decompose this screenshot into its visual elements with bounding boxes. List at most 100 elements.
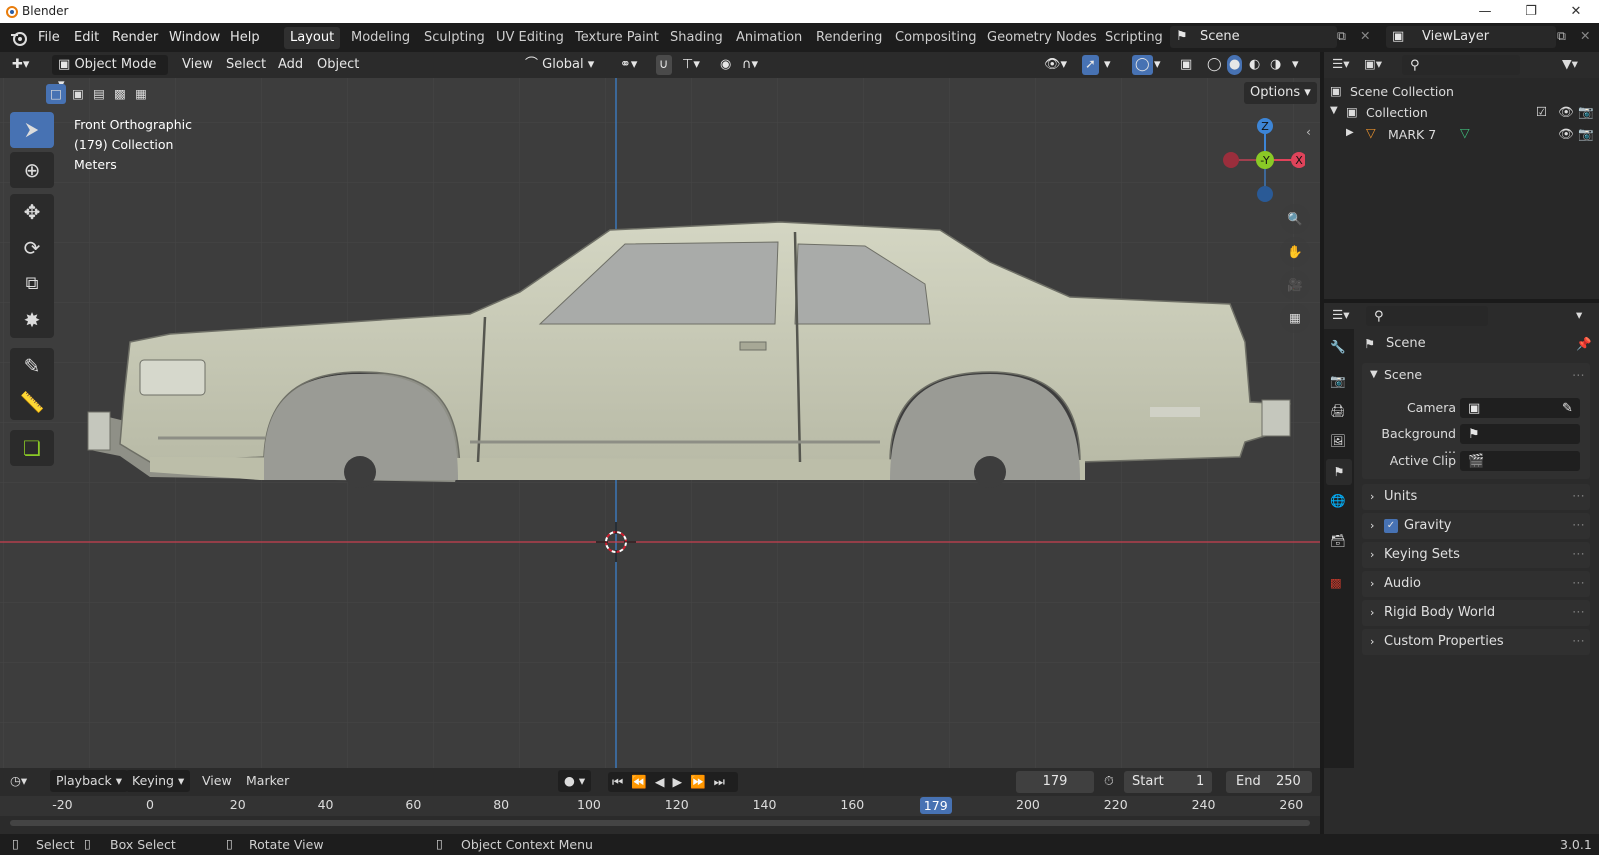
tab-scripting[interactable]: Scripting bbox=[1099, 27, 1169, 49]
material-shading-icon[interactable]: ◐ bbox=[1249, 55, 1260, 75]
select-box-tool-icon[interactable]: ⮞ bbox=[10, 112, 54, 148]
pin-icon[interactable]: 📌 bbox=[1576, 336, 1592, 352]
properties-search-input[interactable]: ⚲ bbox=[1366, 306, 1488, 326]
drag-handle-icon[interactable]: ⋯ bbox=[1572, 542, 1585, 568]
menu-window[interactable]: Window bbox=[169, 28, 220, 47]
world-tab-icon[interactable]: 🌐 bbox=[1330, 493, 1346, 509]
snap-icon[interactable]: ∪ bbox=[656, 55, 672, 75]
tab-animation[interactable]: Animation bbox=[730, 27, 808, 49]
transform-tool-icon[interactable]: ✸ bbox=[10, 302, 54, 338]
panel-units[interactable]: › Units ⋯ bbox=[1362, 484, 1590, 510]
snap-target-icon[interactable]: ⊤▾ bbox=[682, 55, 700, 75]
camera-field[interactable]: ▣ ✎ bbox=[1460, 398, 1580, 418]
new-scene-icon[interactable]: ⧉ bbox=[1337, 28, 1346, 44]
remove-scene-icon[interactable]: ✕ bbox=[1360, 28, 1370, 43]
tab-sculpting[interactable]: Sculpting bbox=[418, 27, 491, 49]
auto-keying-toggle[interactable]: ● ▾ bbox=[558, 770, 592, 792]
restore-icon[interactable]: ❐ bbox=[1508, 0, 1554, 23]
jump-end-icon[interactable]: ⏭ bbox=[714, 774, 733, 789]
timeline-editor-icon[interactable]: ◷▾ bbox=[10, 773, 27, 788]
tab-shading[interactable]: Shading bbox=[664, 27, 729, 49]
collapse-arrow-icon[interactable]: ▼ bbox=[1330, 105, 1338, 116]
collection-tab-icon[interactable]: 🗃 bbox=[1330, 533, 1346, 549]
expand-arrow-icon[interactable]: ▶ bbox=[1346, 127, 1354, 138]
filter-icon[interactable]: ▼▾ bbox=[1562, 56, 1578, 71]
exclude-checkbox-icon[interactable]: ☑ bbox=[1536, 104, 1547, 119]
timeline-menu-view[interactable]: View bbox=[202, 773, 232, 788]
transform-orientation-dropdown[interactable]: ⌒ Global ▾ bbox=[525, 55, 609, 75]
tab-rendering[interactable]: Rendering bbox=[810, 27, 888, 49]
tab-texture-paint[interactable]: Texture Paint bbox=[569, 27, 665, 49]
play-icon[interactable]: ▶ bbox=[672, 774, 690, 789]
output-tab-icon[interactable]: 🖨 bbox=[1330, 403, 1346, 419]
annotate-tool-icon[interactable]: ✎ bbox=[10, 348, 54, 384]
cursor-tool-icon[interactable]: ⊕ bbox=[10, 152, 54, 188]
menu-render[interactable]: Render bbox=[112, 28, 158, 47]
gravity-checkbox[interactable]: ✓ bbox=[1384, 519, 1398, 533]
select-invert-icon[interactable]: ▩ bbox=[110, 84, 130, 104]
tab-geometry-nodes[interactable]: Geometry Nodes bbox=[981, 27, 1103, 49]
scene-tab-icon[interactable]: ⚑ bbox=[1326, 459, 1352, 485]
menu-help[interactable]: Help bbox=[230, 28, 260, 47]
eye-icon[interactable]: 👁 bbox=[1558, 126, 1574, 142]
overlays-dropdown-icon[interactable]: ▾ bbox=[1154, 55, 1161, 75]
measure-tool-icon[interactable]: 📏 bbox=[10, 384, 54, 420]
playback-menu[interactable]: Playback ▾ bbox=[50, 770, 129, 792]
drag-handle-icon[interactable]: ⋯ bbox=[1572, 513, 1585, 539]
mesh-data-icon[interactable]: ▽ bbox=[1460, 125, 1470, 140]
texture-tab-icon[interactable]: ▩ bbox=[1330, 575, 1342, 590]
sidebar-toggle-icon[interactable]: ‹ bbox=[1306, 124, 1311, 139]
current-frame-field[interactable]: 179 bbox=[1016, 771, 1094, 793]
3d-viewport[interactable]: ✚▾ ▣ Object Mode ▾ View Select Add Objec… bbox=[0, 52, 1320, 768]
mode-dropdown[interactable]: ▣ Object Mode ▾ bbox=[52, 55, 168, 92]
gizmo-toggle-icon[interactable]: ➚ bbox=[1082, 55, 1099, 75]
play-reverse-icon[interactable]: ◀ bbox=[655, 774, 673, 789]
minimize-icon[interactable]: — bbox=[1462, 0, 1508, 23]
drag-handle-icon[interactable]: ⋯ bbox=[1572, 367, 1585, 382]
menu-add[interactable]: Add bbox=[278, 55, 303, 75]
panel-keying-sets[interactable]: › Keying Sets ⋯ bbox=[1362, 542, 1590, 568]
zoom-icon[interactable]: 🔍 bbox=[1280, 204, 1310, 234]
select-new-icon[interactable]: □ bbox=[46, 84, 66, 104]
timeline-menu-marker[interactable]: Marker bbox=[246, 773, 289, 788]
panel-audio[interactable]: › Audio ⋯ bbox=[1362, 571, 1590, 597]
overlays-toggle-icon[interactable]: ◯ bbox=[1132, 55, 1153, 75]
view-layer-tab-icon[interactable]: 🖼 bbox=[1330, 433, 1346, 449]
rotate-tool-icon[interactable]: ⟳ bbox=[10, 230, 54, 266]
panel-rigid-body-world[interactable]: › Rigid Body World ⋯ bbox=[1362, 600, 1590, 626]
menu-object[interactable]: Object bbox=[317, 55, 359, 75]
drag-handle-icon[interactable]: ⋯ bbox=[1572, 600, 1585, 626]
menu-select[interactable]: Select bbox=[226, 55, 266, 75]
scene-selector[interactable]: ⚑ Scene bbox=[1170, 26, 1337, 48]
properties-menu-icon[interactable]: ▾ bbox=[1576, 307, 1582, 322]
background-field[interactable]: ⚑ bbox=[1460, 424, 1580, 444]
blender-menu-icon[interactable] bbox=[10, 29, 28, 47]
display-mode-icon[interactable]: ▣▾ bbox=[1364, 56, 1382, 71]
prev-keyframe-icon[interactable]: ⏪ bbox=[631, 774, 655, 789]
tab-layout[interactable]: Layout bbox=[284, 27, 341, 49]
ortho-toggle-icon[interactable]: ▦ bbox=[1280, 303, 1310, 333]
panel-collapse-icon[interactable]: ▼ bbox=[1370, 369, 1378, 380]
scene-panel-title[interactable]: Scene bbox=[1384, 367, 1422, 382]
solid-shading-icon[interactable]: ● bbox=[1227, 55, 1243, 75]
editor-type-icon[interactable]: ✚▾ bbox=[12, 55, 29, 75]
proportional-edit-icon[interactable]: ◉ bbox=[720, 55, 731, 75]
render-camera-icon[interactable]: 📷 bbox=[1578, 104, 1594, 120]
wireframe-shading-icon[interactable]: ◯ bbox=[1207, 55, 1222, 75]
select-intersect-icon[interactable]: ▦ bbox=[131, 84, 151, 104]
xray-icon[interactable]: ▣ bbox=[1180, 55, 1192, 75]
keying-menu[interactable]: Keying ▾ bbox=[126, 770, 191, 792]
drag-handle-icon[interactable]: ⋯ bbox=[1572, 571, 1585, 597]
new-view-layer-icon[interactable]: ⧉ bbox=[1557, 28, 1566, 44]
drag-handle-icon[interactable]: ⋯ bbox=[1572, 484, 1585, 510]
view-layer-selector[interactable]: ▣ ViewLayer bbox=[1386, 26, 1556, 48]
camera-view-icon[interactable]: 🎥 bbox=[1280, 270, 1310, 300]
outliner-row-scene-collection[interactable]: ▣ Scene Collection bbox=[1330, 82, 1590, 102]
end-frame-field[interactable]: End 250 bbox=[1226, 771, 1312, 793]
start-frame-field[interactable]: Start 1 bbox=[1124, 771, 1212, 793]
menu-edit[interactable]: Edit bbox=[74, 28, 99, 47]
add-cube-tool-icon[interactable]: ❏ bbox=[10, 430, 54, 466]
render-camera-icon[interactable]: 📷 bbox=[1578, 126, 1594, 142]
falloff-icon[interactable]: ∩▾ bbox=[742, 55, 758, 75]
playback-controls[interactable]: ⏮⏪◀▶⏩⏭ bbox=[608, 772, 738, 792]
